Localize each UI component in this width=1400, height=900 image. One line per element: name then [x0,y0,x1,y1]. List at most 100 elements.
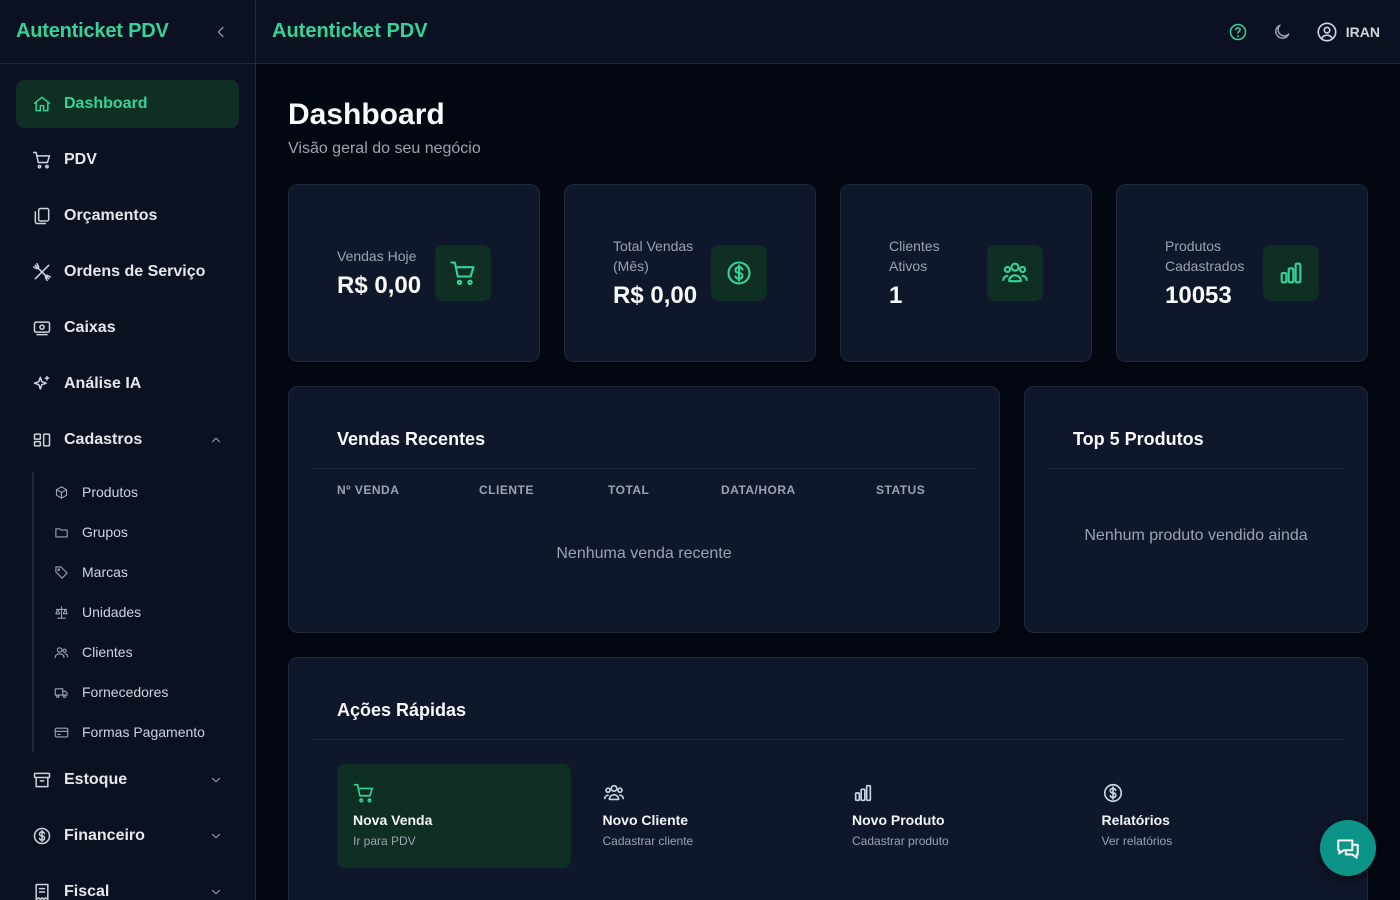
sidebar-item-fiscal[interactable]: Fiscal [16,868,239,900]
sidebar-item-cadastros[interactable]: Cadastros [16,416,239,464]
tools-icon [32,262,52,282]
quick-action-novo-cliente[interactable]: Novo Cliente Cadastrar cliente [587,764,821,868]
stat-icon-box [987,245,1043,301]
sidebar-item-financeiro[interactable]: Financeiro [16,812,239,860]
stat-card-vendas-hoje: Vendas Hoje R$ 0,00 [288,184,540,362]
recent-sales-panel: Vendas Recentes Nº VENDA CLIENTE TOTAL D… [288,386,1000,633]
sidebar-subitem-marcas[interactable]: Marcas [34,552,239,592]
sidebar-item-label: Estoque [64,771,128,788]
grid-icon [33,433,51,447]
main-content: Dashboard Visão geral do seu negócio Ven… [288,64,1368,900]
sidebar-subitem-clientes[interactable]: Clientes [34,632,239,672]
moon-icon[interactable] [1272,22,1292,42]
quick-action-relatorios[interactable]: Relatórios Ver relatórios [1086,764,1320,868]
stat-card-produtos: Produtos Cadastrados 10053 [1116,184,1368,362]
sidebar-item-pdv[interactable]: PDV [16,136,239,184]
chat-button[interactable] [1320,820,1376,876]
chevron-down-icon [211,777,221,783]
tag-icon [55,565,68,579]
page-subtitle: Visão geral do seu negócio [288,140,481,157]
sidebar-subitem-label: Fornecedores [82,684,169,700]
user-menu[interactable]: IRAN [1316,21,1380,43]
documents-icon [34,207,50,225]
sidebar-item-label: Financeiro [64,827,145,844]
cart-icon [450,261,475,286]
sidebar-item-estoque[interactable]: Estoque [16,756,239,804]
sidebar-item-label: Caixas [64,319,116,336]
users-icon [1002,262,1028,283]
archive-icon [33,772,51,788]
sidebar-item-ordens-servico[interactable]: Ordens de Serviço [16,248,239,296]
quick-action-title: Novo Produto [852,812,945,828]
users-icon [54,646,69,658]
top-products-empty: Nenhum produto vendido ainda [1084,527,1308,544]
sidebar-item-analise-ia[interactable]: Análise IA [16,360,239,408]
receipt-icon [35,883,49,900]
recent-sales-empty: Nenhuma venda recente [556,545,732,562]
sidebar-item-label: PDV [64,151,97,168]
sidebar-item-label: Dashboard [64,95,148,112]
sidebar-item-label: Ordens de Serviço [64,263,206,280]
bar-chart-icon [854,784,872,802]
stat-icon-box [1263,245,1319,301]
quick-action-title: Nova Venda [353,812,433,828]
top-products-panel: Top 5 Produtos Nenhum produto vendido ai… [1024,386,1368,633]
sidebar-subitem-produtos[interactable]: Produtos [34,472,239,512]
chevron-down-icon [211,889,221,895]
stat-value: 1 [889,282,903,309]
chevron-down-icon [211,833,221,839]
sidebar-subitem-formas-pagamento[interactable]: Formas Pagamento [34,712,239,752]
sidebar-item-label: Orçamentos [64,207,158,224]
sidebar-brand: Autenticket PDV [0,0,255,64]
stat-value: R$ 0,00 [337,272,422,299]
stat-card-total-vendas: Total Vendas (Mês) R$ 0,00 [564,184,816,362]
sparkles-icon [33,375,50,390]
quick-action-subtitle: Ir para PDV [353,834,416,848]
user-name: IRAN [1345,23,1380,40]
recent-sales-table-header: Nº VENDA CLIENTE TOTAL DATA/HORA STATUS [313,469,975,497]
sidebar-item-label: Análise IA [64,375,142,392]
brand-name: Autenticket PDV [16,20,169,42]
sidebar-subitem-label: Marcas [82,564,128,580]
dollar-icon [1103,783,1122,803]
column-header[interactable]: DATA/HORA [721,483,876,497]
quick-action-title: Novo Cliente [602,812,689,828]
topbar: Autenticket PDV IRAN [256,0,1400,64]
quick-action-nova-venda[interactable]: Nova Venda Ir para PDV [337,764,571,868]
column-header[interactable]: CLIENTE [479,483,608,497]
stat-label: Vendas Hoje [337,248,417,264]
sidebar-subitem-unidades[interactable]: Unidades [34,592,239,632]
stat-label: Total Vendas (Mês) [613,238,694,274]
quick-actions-title: Ações Rápidas [313,658,1343,740]
sidebar: Autenticket PDV Dashboard PDV Orçamentos… [0,0,256,900]
sidebar-subitem-fornecedores[interactable]: Fornecedores [34,672,239,712]
help-icon[interactable] [1228,22,1248,42]
home-icon [33,96,51,112]
sidebar-subitem-grupos[interactable]: Grupos [34,512,239,552]
stat-icon-box [435,245,491,301]
quick-action-title: Relatórios [1101,812,1170,828]
dollar-icon [33,827,51,845]
credit-card-icon [54,727,69,737]
stat-label: Produtos Cadastrados [1165,238,1245,274]
quick-action-subtitle: Ver relatórios [1101,834,1173,848]
sidebar-item-orcamentos[interactable]: Orçamentos [16,192,239,240]
column-header[interactable]: STATUS [876,483,925,497]
cart-icon [354,783,374,803]
sidebar-subitem-label: Formas Pagamento [82,724,205,740]
chevron-up-icon [211,437,221,443]
column-header[interactable]: TOTAL [608,483,721,497]
sidebar-item-label: Fiscal [64,883,110,900]
sidebar-item-caixas[interactable]: Caixas [16,304,239,352]
quick-action-novo-produto[interactable]: Novo Produto Cadastrar produto [836,764,1070,868]
bar-chart-icon [1280,262,1302,284]
sidebar-subitem-label: Produtos [82,484,139,500]
sidebar-subitem-label: Clientes [82,644,133,660]
column-header[interactable]: Nº VENDA [337,483,479,497]
second-row: Vendas Recentes Nº VENDA CLIENTE TOTAL D… [288,386,1368,633]
chat-icon [1337,839,1359,859]
sidebar-nav: Dashboard PDV Orçamentos Ordens de Servi… [0,64,255,900]
sidebar-item-dashboard[interactable]: Dashboard [16,80,239,128]
cash-icon [33,321,51,336]
chevron-left-icon[interactable] [213,24,229,40]
